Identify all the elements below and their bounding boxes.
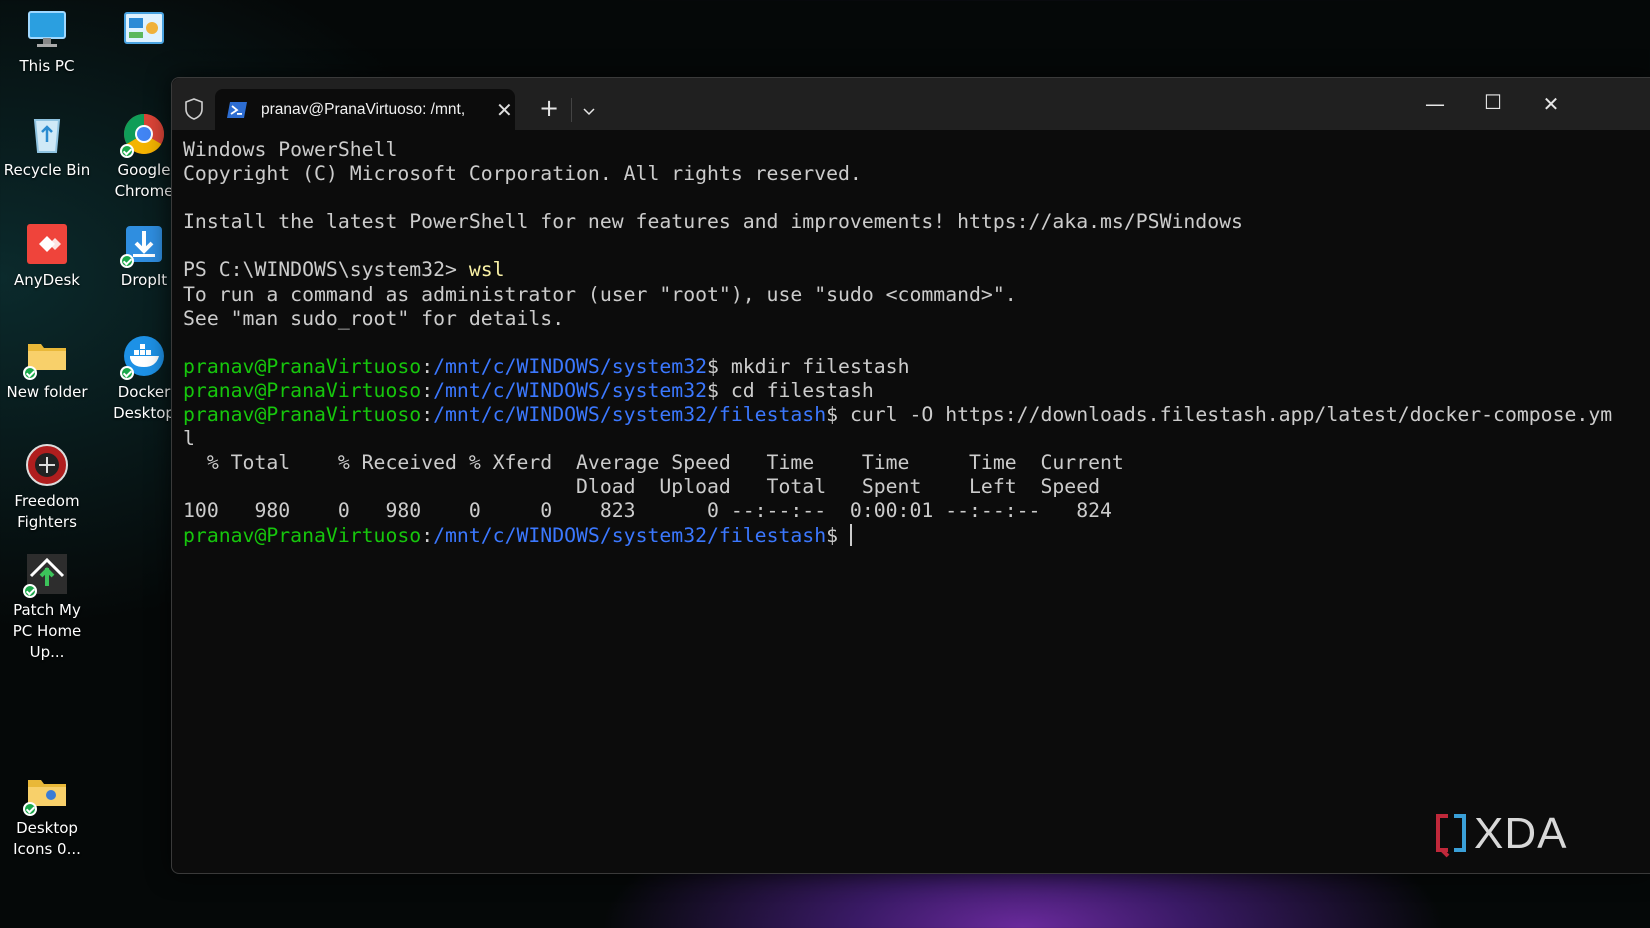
desktop-icon-label: Desktop Icons 0... — [13, 819, 81, 858]
prompt-symbol: $ — [826, 523, 850, 547]
anydesk-icon — [25, 222, 69, 266]
desktop-icon-control-panel[interactable] — [98, 8, 190, 56]
desktop-icon-anydesk[interactable]: AnyDesk — [1, 222, 93, 291]
sync-check-icon — [120, 254, 134, 268]
monitor-icon — [25, 8, 69, 52]
prompt-path: /mnt/c/WINDOWS/system32/filestash — [433, 403, 827, 427]
tab-terminal[interactable]: pranav@PranaVirtuoso: /mnt, ✕ — [215, 89, 515, 130]
desktop-icon-freedom-fighters[interactable]: Freedom Fighters — [1, 443, 93, 533]
folder-icon — [23, 770, 69, 816]
patch-my-pc-icon — [23, 552, 69, 598]
prompt-user: pranav@PranaVirtuoso — [183, 354, 422, 378]
xda-logo: XDA — [1434, 812, 1594, 858]
sync-check-icon — [23, 802, 37, 816]
desktop-icon-recycle-bin[interactable]: Recycle Bin — [1, 112, 93, 181]
desktop-icon-desktop-icons[interactable]: Desktop Icons 0... — [1, 770, 93, 860]
divider — [571, 98, 572, 122]
close-window-button[interactable]: ✕ — [1536, 92, 1566, 116]
sync-check-icon — [120, 366, 134, 380]
terminal-output[interactable]: Windows PowerShell Copyright (C) Microso… — [183, 138, 1641, 863]
sync-check-icon — [120, 144, 134, 158]
recycle-bin-icon — [25, 112, 69, 156]
desktop-icon-label: Freedom Fighters — [14, 492, 80, 531]
desktop-icon-label: Patch My PC Home Up... — [12, 601, 82, 661]
ps-command: wsl — [468, 258, 505, 282]
chrome-icon — [120, 112, 166, 158]
desktop-icon-label: AnyDesk — [14, 271, 80, 289]
prompt-path: /mnt/c/WINDOWS/system32 — [433, 354, 708, 378]
curl-header: % Total % Received % Xferd Average Speed… — [183, 451, 1124, 475]
desktop-icon-patch-my-pc[interactable]: Patch My PC Home Up... — [1, 552, 93, 663]
output-line: Windows PowerShell — [183, 138, 398, 161]
desktop-icon-label: Recycle Bin — [3, 161, 91, 179]
prompt-path: /mnt/c/WINDOWS/system32 — [433, 378, 708, 402]
close-tab-icon[interactable]: ✕ — [496, 100, 513, 120]
desktop-icon-label: This PC — [19, 57, 75, 75]
minimize-button[interactable]: — — [1420, 92, 1450, 116]
powershell-icon — [227, 101, 247, 118]
docker-icon — [120, 334, 166, 380]
desktop-icon-this-pc[interactable]: This PC — [1, 8, 93, 77]
xda-logo-text: XDA — [1474, 809, 1568, 858]
maximize-button[interactable]: ☐ — [1478, 90, 1508, 114]
control-panel-icon — [122, 8, 166, 52]
command-text: $ mkdir filestash — [707, 354, 910, 378]
sync-check-icon — [23, 584, 37, 598]
freedom-fighters-icon — [25, 443, 69, 487]
desktop-icon-label: New folder — [6, 383, 88, 401]
prompt-user: pranav@PranaVirtuoso — [183, 378, 422, 402]
folder-icon — [23, 334, 69, 380]
terminal-window[interactable]: pranav@PranaVirtuoso: /mnt, ✕ + — ☐ ✕ Wi… — [171, 77, 1650, 874]
text-cursor — [849, 523, 852, 546]
output-line: Install the latest PowerShell for new fe… — [183, 210, 1243, 234]
output-line: Copyright (C) Microsoft Corporation. All… — [183, 162, 862, 186]
prompt-user: pranav@PranaVirtuoso — [183, 523, 422, 547]
new-tab-button[interactable]: + — [539, 96, 559, 120]
output-line: To run a command as administrator (user … — [183, 282, 1017, 306]
prompt-path: /mnt/c/WINDOWS/system32/filestash — [433, 523, 827, 547]
tab-title: pranav@PranaVirtuoso: /mnt, — [261, 100, 466, 118]
sync-check-icon — [23, 366, 37, 380]
chevron-down-icon[interactable] — [583, 102, 595, 116]
output-line: See "man sudo_root" for details. — [183, 306, 565, 330]
desktop-icon-new-folder[interactable]: New folder — [1, 334, 93, 403]
curl-header: Dload Upload Total Spent Left Speed — [183, 475, 1101, 499]
shield-icon — [184, 98, 204, 120]
command-text: $ curl -O https://downloads.filestash.ap… — [826, 403, 1613, 427]
command-wrap: l — [183, 427, 195, 451]
curl-progress-row: 100 980 0 980 0 0 823 0 --:--:-- 0:00:01… — [183, 499, 1112, 523]
prompt-user: pranav@PranaVirtuoso — [183, 403, 422, 427]
title-bar[interactable]: pranav@PranaVirtuoso: /mnt, ✕ + — ☐ ✕ — [172, 78, 1650, 130]
command-text: $ cd filestash — [707, 378, 874, 402]
dropit-icon — [120, 222, 166, 268]
ps-prompt: PS C:\WINDOWS\system32> — [183, 258, 469, 282]
